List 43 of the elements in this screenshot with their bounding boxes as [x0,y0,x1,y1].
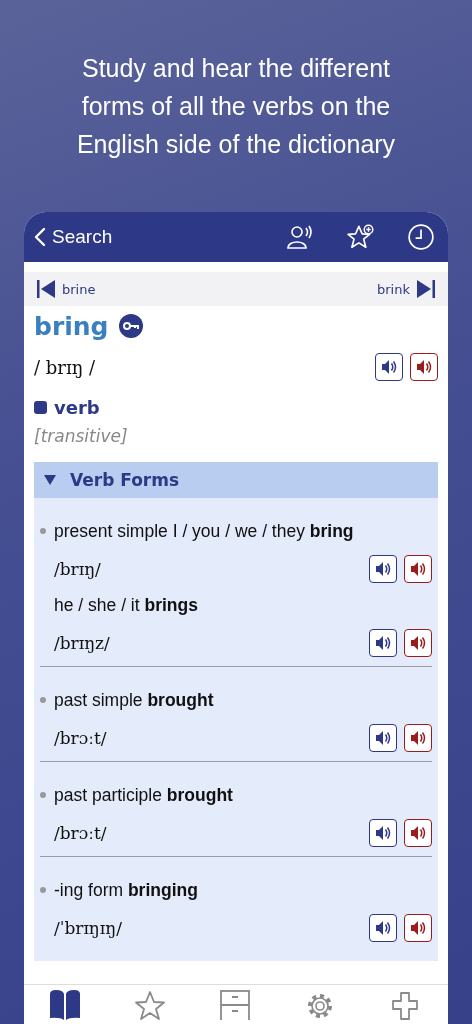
speaker-button[interactable] [369,555,397,583]
speaker-button[interactable] [404,819,432,847]
verb-form: past participle brought [54,784,233,806]
bullet-icon [40,887,46,893]
pronunciation: /ˈbrɪŋɪŋ/ [54,918,122,938]
disclosure-triangle-icon [44,475,56,485]
speaker-button[interactable] [404,724,432,752]
headword: bring [34,311,109,341]
verb-form: past simple brought [54,689,214,711]
pronunciation: /brɪŋ/ [54,559,101,579]
pronunciation: / brɪŋ / [34,356,96,378]
speaker-button[interactable] [404,914,432,942]
star-plus-icon[interactable] [346,223,376,251]
speaker-button[interactable] [404,629,432,657]
headline: Study and hear the different forms of all the verbs on the English side of the dictionary [75,53,397,160]
pronunciation: /brɔːt/ [54,823,107,843]
speaker-button[interactable] [369,914,397,942]
skip-back-icon [36,279,56,299]
speaker-button[interactable] [369,724,397,752]
part-of-speech: verb [54,397,100,418]
bullet-icon [40,792,46,798]
clock-icon[interactable] [406,223,436,251]
pronunciation: /brɪŋz/ [54,633,110,653]
chevron-left-icon [34,227,46,247]
section-header[interactable]: Verb Forms [34,462,438,498]
verb-form: -ing form bringing [54,879,198,901]
speaker-button[interactable] [369,629,397,657]
key-icon[interactable] [118,314,143,338]
verb-form: present simple I / you / we / they bring [54,520,354,542]
speaker-button[interactable] [375,353,403,381]
skip-forward-icon [416,279,436,299]
next-entry-link[interactable]: brink [377,279,436,299]
speaker-button[interactable] [369,819,397,847]
verb-form: he / she / it brings [54,594,198,616]
speaker-button[interactable] [404,555,432,583]
back-button[interactable]: Search [32,224,115,250]
previous-entry-link[interactable]: brine [36,279,96,299]
pronunciation: /brɔːt/ [54,728,107,748]
bullet-icon [40,697,46,703]
speaker-button[interactable] [410,353,438,381]
bullet-icon [40,528,46,534]
grammar-label: [transitive] [34,426,129,446]
square-bullet-icon [34,401,47,414]
